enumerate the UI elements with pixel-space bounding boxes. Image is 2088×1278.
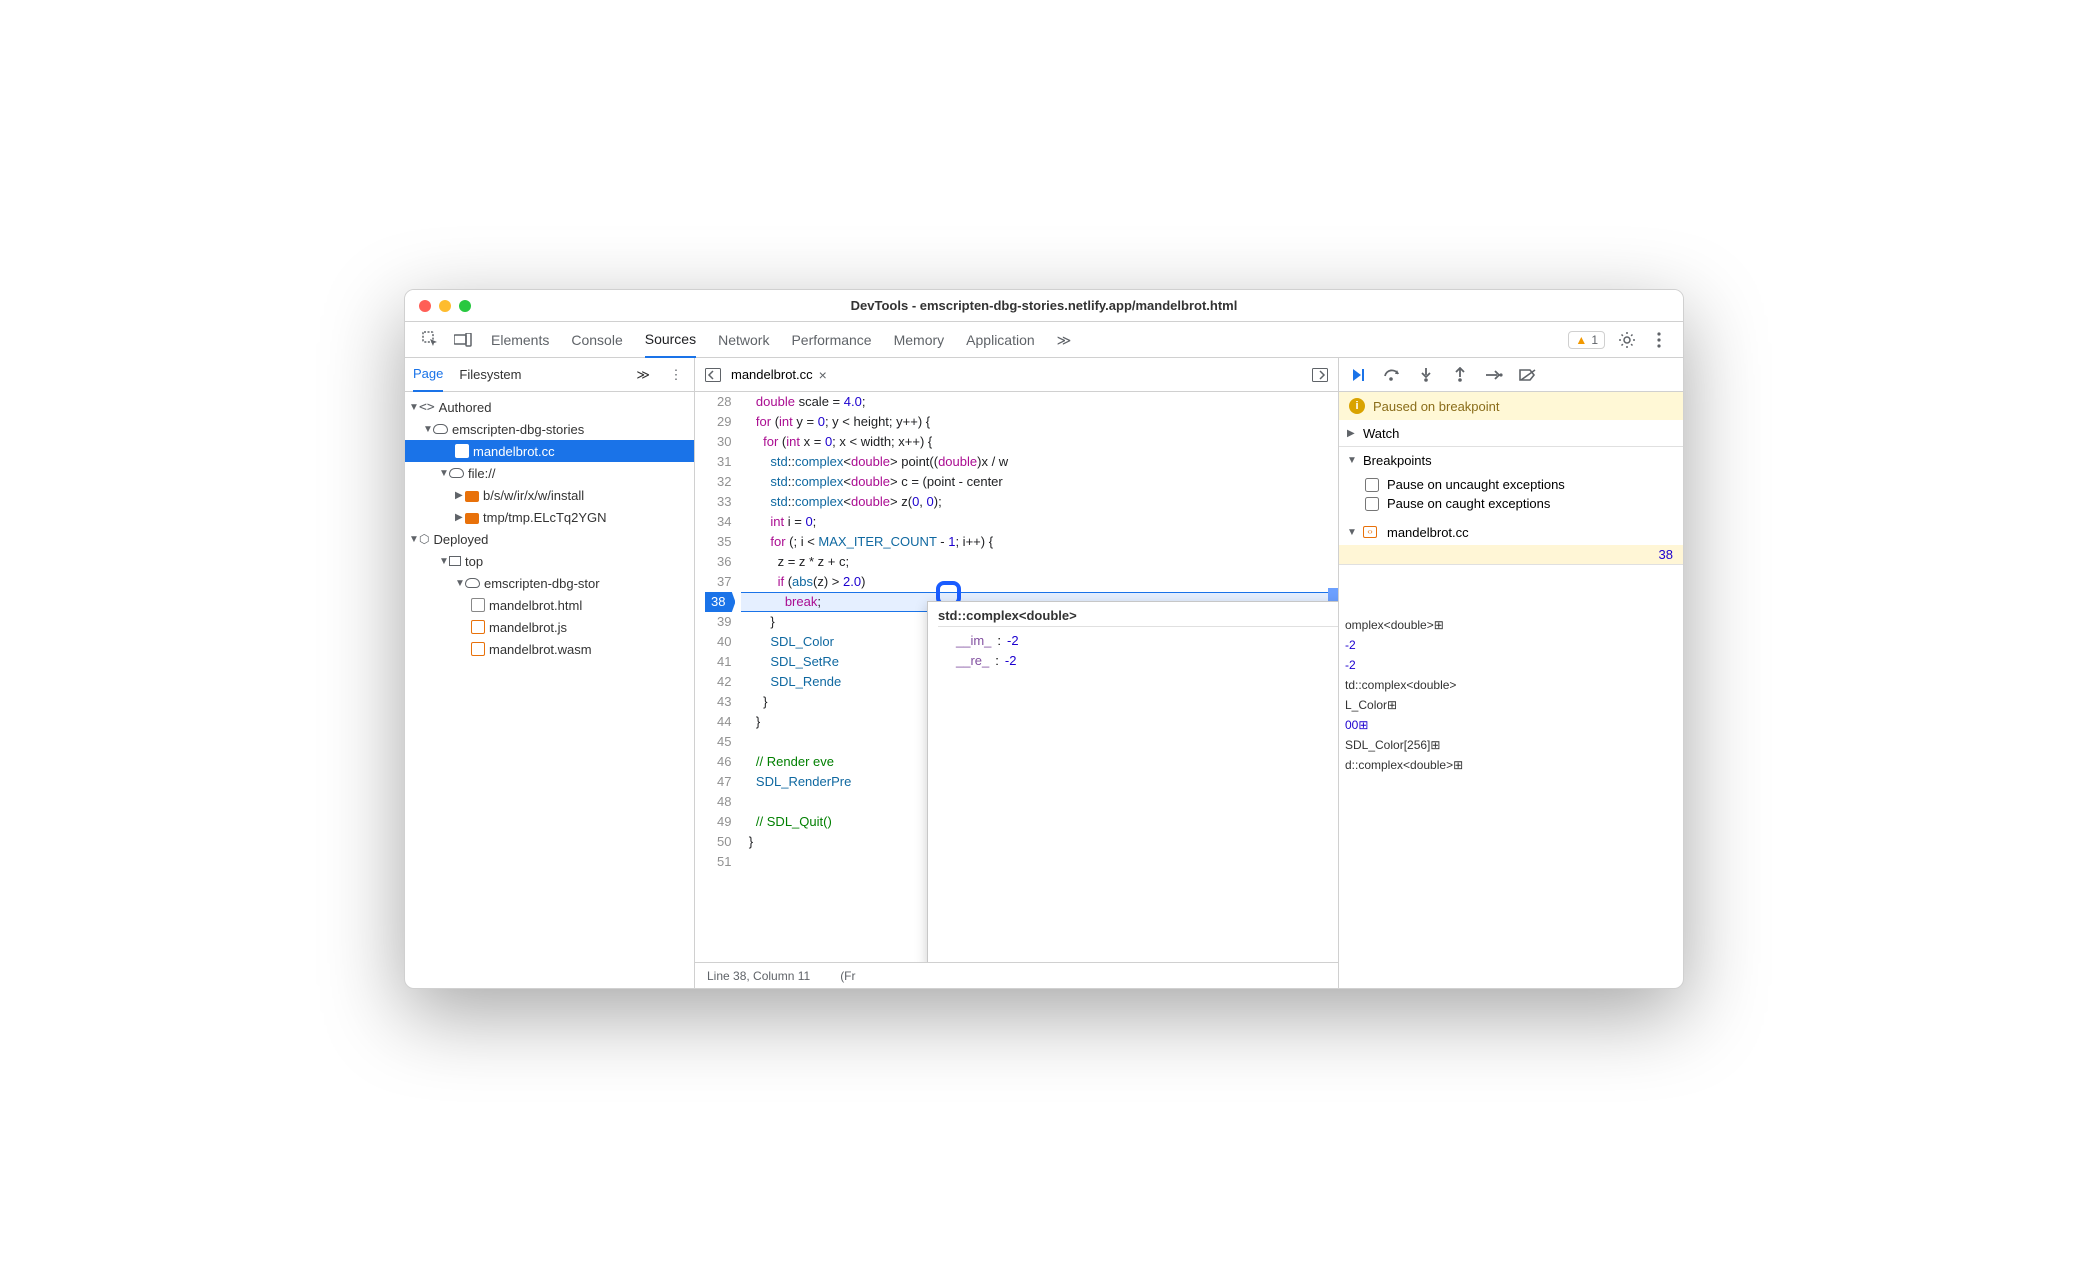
editor-tab-file[interactable]: mandelbrot.cc × xyxy=(731,367,827,383)
tab-network[interactable]: Network xyxy=(718,323,769,357)
cloud-icon xyxy=(449,468,464,478)
step-icon[interactable] xyxy=(1485,366,1503,384)
tree-domain-authored[interactable]: ▼emscripten-dbg-stories xyxy=(405,418,694,440)
tree-top-frame[interactable]: ▼top xyxy=(405,550,694,572)
tree-file-js[interactable]: mandelbrot.js xyxy=(405,616,694,638)
breakpoints-section-header[interactable]: ▼Breakpoints xyxy=(1339,447,1683,473)
cloud-icon xyxy=(465,578,480,588)
zoom-window-button[interactable] xyxy=(459,300,471,312)
nav-tab-page[interactable]: Page xyxy=(413,358,443,392)
nav-tab-more[interactable]: ≫ xyxy=(636,367,650,383)
scope-row: -2 xyxy=(1345,635,1677,655)
devtools-window: DevTools - emscripten-dbg-stories.netlif… xyxy=(404,289,1684,989)
tree-folder-install[interactable]: ▶b/s/w/ir/x/w/install xyxy=(405,484,694,506)
main-toolbar: Elements Console Sources Network Perform… xyxy=(405,322,1683,358)
code-editor[interactable]: 2829303132333435363738394041424344454647… xyxy=(695,392,1338,962)
tooltip-row: __im_:-2 xyxy=(938,631,1338,651)
settings-icon[interactable] xyxy=(1617,330,1637,350)
tree-file-html[interactable]: mandelbrot.html xyxy=(405,594,694,616)
tooltip-header: std::complex<double> xyxy=(938,606,1338,627)
step-out-icon[interactable] xyxy=(1451,366,1469,384)
tree-file-scheme[interactable]: ▼file:// xyxy=(405,462,694,484)
debugger-panel: i Paused on breakpoint ▶Watch ▼Breakpoin… xyxy=(1338,358,1683,988)
minimize-window-button[interactable] xyxy=(439,300,451,312)
tree-file-wasm[interactable]: mandelbrot.wasm xyxy=(405,638,694,660)
info-icon: i xyxy=(1349,398,1365,414)
tab-elements[interactable]: Elements xyxy=(491,323,549,357)
scope-row: d::complex<double>⊞ xyxy=(1345,755,1677,775)
step-over-icon[interactable] xyxy=(1383,366,1401,384)
tab-sources[interactable]: Sources xyxy=(645,322,696,358)
tab-console[interactable]: Console xyxy=(571,323,622,357)
pause-caught-checkbox[interactable]: Pause on caught exceptions xyxy=(1365,496,1673,511)
status-extra: (Fr xyxy=(840,969,855,983)
deactivate-breakpoints-icon[interactable] xyxy=(1519,366,1537,384)
editor-panel: mandelbrot.cc × 282930313233343536373839… xyxy=(695,358,1338,988)
cloud-icon xyxy=(433,424,448,434)
file-icon xyxy=(471,642,485,656)
pause-uncaught-checkbox[interactable]: Pause on uncaught exceptions xyxy=(1365,477,1673,492)
titlebar: DevTools - emscripten-dbg-stories.netlif… xyxy=(405,290,1683,322)
navigator-tree: ▼<>Authored ▼emscripten-dbg-stories mand… xyxy=(405,392,694,988)
step-into-icon[interactable] xyxy=(1417,366,1435,384)
file-icon xyxy=(455,444,469,458)
scope-row: SDL_Color[256]⊞ xyxy=(1345,735,1677,755)
folder-icon xyxy=(465,491,479,502)
tab-more[interactable]: ≫ xyxy=(1057,323,1072,357)
warnings-badge[interactable]: ▲ 1 xyxy=(1568,331,1605,349)
window-title: DevTools - emscripten-dbg-stories.netlif… xyxy=(405,298,1683,313)
cube-icon: ⬡ xyxy=(419,532,429,546)
file-icon xyxy=(471,598,485,612)
tree-file-mandelbrot-cc[interactable]: mandelbrot.cc xyxy=(405,440,694,462)
kebab-menu-icon[interactable] xyxy=(1649,330,1669,350)
close-tab-icon[interactable]: × xyxy=(819,367,827,383)
nav-tab-filesystem[interactable]: Filesystem xyxy=(459,359,521,391)
navigator-panel: Page Filesystem ≫ ⋮ ▼<>Authored ▼emscrip… xyxy=(405,358,695,988)
panel-tabs: Elements Console Sources Network Perform… xyxy=(483,322,1071,358)
toggle-debugger-icon[interactable] xyxy=(1310,365,1330,385)
scope-row: 00⊞ xyxy=(1345,715,1677,735)
tree-authored[interactable]: ▼<>Authored xyxy=(405,396,694,418)
scope-row: -2 xyxy=(1345,655,1677,675)
tree-folder-tmp[interactable]: ▶tmp/tmp.ELcTq2YGN xyxy=(405,506,694,528)
editor-statusbar: Line 38, Column 11 (Fr xyxy=(695,962,1338,988)
cursor-position: Line 38, Column 11 xyxy=(707,969,810,983)
inspect-element-icon[interactable] xyxy=(421,330,441,350)
traffic-lights xyxy=(405,300,471,312)
nav-kebab-icon[interactable]: ⋮ xyxy=(666,365,686,385)
tab-application[interactable]: Application xyxy=(966,323,1035,357)
debugger-toolbar xyxy=(1339,358,1683,392)
tab-memory[interactable]: Memory xyxy=(894,323,945,357)
tree-domain-deployed[interactable]: ▼emscripten-dbg-stor xyxy=(405,572,694,594)
toggle-navigator-icon[interactable] xyxy=(703,365,723,385)
close-window-button[interactable] xyxy=(419,300,431,312)
device-toolbar-icon[interactable] xyxy=(453,330,473,350)
file-icon xyxy=(471,620,485,634)
breakpoint-file-row[interactable]: ▼‹›mandelbrot.cc xyxy=(1339,519,1683,545)
line-gutter[interactable]: 2829303132333435363738394041424344454647… xyxy=(695,392,741,962)
tab-performance[interactable]: Performance xyxy=(791,323,871,357)
scope-row: td::complex<double> xyxy=(1345,675,1677,695)
value-tooltip: std::complex<double> __im_:-2 __re_:-2 xyxy=(927,601,1338,962)
warning-count: 1 xyxy=(1591,333,1598,347)
scope-row: omplex<double>⊞ xyxy=(1345,615,1677,635)
watch-section-header[interactable]: ▶Watch xyxy=(1339,420,1683,446)
scope-list: omplex<double>⊞ -2 -2 td::complex<double… xyxy=(1339,565,1683,779)
folder-icon xyxy=(465,513,479,524)
scope-row: L_Color⊞ xyxy=(1345,695,1677,715)
frame-icon xyxy=(449,556,461,566)
scrollbar-marker xyxy=(1328,588,1338,602)
paused-banner: i Paused on breakpoint xyxy=(1339,392,1683,420)
warning-icon: ▲ xyxy=(1575,333,1587,347)
breakpoint-line-row[interactable]: 38 xyxy=(1339,545,1683,564)
tooltip-row: __re_:-2 xyxy=(938,651,1338,671)
tree-deployed[interactable]: ▼⬡Deployed xyxy=(405,528,694,550)
resume-icon[interactable] xyxy=(1349,366,1367,384)
